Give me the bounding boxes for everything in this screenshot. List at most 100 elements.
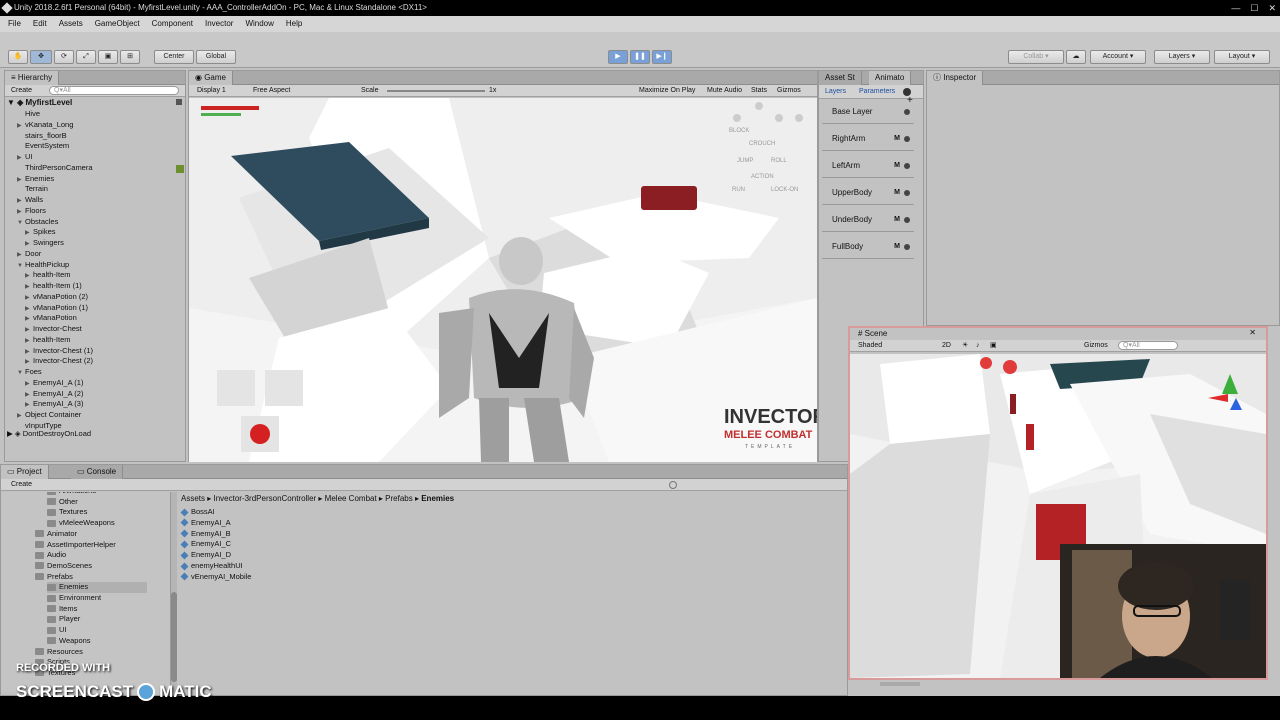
hierarchy-item[interactable]: ▶ UI <box>17 151 33 162</box>
hierarchy-item[interactable]: ThirdPersonCamera <box>17 162 93 173</box>
hierarchy-item[interactable]: ▶ health-Item <box>25 269 71 280</box>
folder-item[interactable]: Environment <box>47 593 101 604</box>
project-search-icon[interactable] <box>669 481 677 489</box>
hierarchy-item[interactable]: ▶ Enemies <box>17 173 54 184</box>
hierarchy-item[interactable]: ▶ Spikes <box>25 226 56 237</box>
hierarchy-item[interactable]: ▶ Swingers <box>25 237 64 248</box>
layer-settings-icon[interactable] <box>904 190 910 196</box>
game-viewport[interactable]: BLOCK CROUCH JUMP ROLL ACTION RUN LOCK-O… <box>189 98 817 462</box>
hierarchy-item[interactable]: ▶ EnemyAI_A (3) <box>25 398 83 409</box>
hierarchy-item[interactable]: vInputType <box>17 420 62 431</box>
scene-menu-icon[interactable] <box>176 99 182 105</box>
tab-game[interactable]: ◉ Game <box>189 71 233 85</box>
pivot-global-button[interactable]: Global <box>196 50 236 64</box>
folder-item[interactable]: Audio <box>35 550 66 561</box>
move-tool-icon[interactable]: ✥ <box>30 50 52 64</box>
asset-item[interactable]: EnemyAI_B <box>180 529 231 540</box>
pivot-center-button[interactable]: Center <box>154 50 194 64</box>
animator-layer[interactable]: UpperBody M <box>822 183 914 205</box>
menu-file[interactable]: File <box>8 16 21 32</box>
menu-help[interactable]: Help <box>286 16 302 32</box>
layout-dropdown[interactable]: Layout ▾ <box>1214 50 1270 64</box>
gizmos-dropdown[interactable]: Gizmos <box>777 85 801 97</box>
folder-tree-scrollbar[interactable] <box>171 492 177 692</box>
hierarchy-item[interactable]: ▶ vKanata_Long <box>17 119 73 130</box>
asset-item[interactable]: EnemyAI_D <box>180 550 231 561</box>
hierarchy-search-input[interactable]: Q▾All <box>49 86 179 95</box>
mute-audio-toggle[interactable]: Mute Audio <box>707 85 742 97</box>
folder-item[interactable]: Weapons <box>47 636 91 647</box>
layer-settings-icon[interactable] <box>904 163 910 169</box>
animator-layer[interactable]: RightArm M <box>822 129 914 151</box>
tab-scene[interactable]: # Scene <box>858 329 887 338</box>
play-icon[interactable]: ▶ <box>608 50 628 64</box>
folder-item[interactable]: Enemies <box>47 582 147 593</box>
tab-inspector[interactable]: ⓘ Inspector <box>927 71 984 85</box>
folder-item[interactable]: Player <box>47 614 80 625</box>
hierarchy-item[interactable]: ▶ vManaPotion <box>25 312 77 323</box>
layer-settings-icon[interactable] <box>904 217 910 223</box>
tab-project[interactable]: ▭ Project <box>1 465 49 479</box>
asset-item[interactable]: vEnemyAI_Mobile <box>180 572 251 583</box>
asset-item[interactable]: EnemyAI_C <box>180 539 231 550</box>
transform-tool-icon[interactable]: ⊞ <box>120 50 140 64</box>
tab-hierarchy[interactable]: ≡ Hierarchy <box>5 71 60 85</box>
menu-gameobject[interactable]: GameObject <box>95 16 140 32</box>
scale-tool-icon[interactable]: ⤢ <box>76 50 96 64</box>
breadcrumb-melee[interactable]: Melee Combat <box>325 494 377 503</box>
menu-edit[interactable]: Edit <box>33 16 47 32</box>
tab-parameters[interactable]: Parameters <box>859 85 895 99</box>
aspect-dropdown[interactable]: Free Aspect <box>253 85 290 97</box>
scene-search-input[interactable]: Q▾All <box>1118 341 1178 350</box>
expand-arrow-icon[interactable]: ▼ <box>17 368 25 379</box>
breadcrumb-enemies[interactable]: Enemies <box>421 494 454 503</box>
folder-item[interactable]: Items <box>47 604 77 615</box>
close-icon[interactable]: ✕ <box>1268 0 1276 16</box>
hierarchy-item[interactable]: Hive <box>17 108 40 119</box>
hierarchy-item[interactable]: ▶ Invector-Chest (1) <box>25 345 93 356</box>
animator-layer[interactable]: FullBody M <box>822 237 914 259</box>
folder-item[interactable]: UI <box>47 625 67 636</box>
maximize-on-play-toggle[interactable]: Maximize On Play <box>639 85 695 97</box>
folder-item[interactable]: Textures <box>47 507 87 518</box>
scene-scrollbar[interactable] <box>880 682 920 686</box>
folder-item[interactable]: vMeleeWeapons <box>47 518 115 529</box>
display-dropdown[interactable]: Display 1 <box>197 85 226 97</box>
project-create-button[interactable]: Create <box>11 479 32 491</box>
hierarchy-item[interactable]: ▶ health-Item <box>25 334 71 345</box>
audio-toggle-icon[interactable]: ♪ <box>976 340 980 352</box>
hierarchy-item[interactable]: ▶ EnemyAI_A (2) <box>25 388 83 399</box>
maximize-icon[interactable]: ☐ <box>1250 0 1258 16</box>
hierarchy-item[interactable]: ▶ EnemyAI_A (1) <box>25 377 83 388</box>
lighting-toggle-icon[interactable]: ☀ <box>962 340 968 352</box>
asset-item[interactable]: enemyHealthUI <box>180 561 243 572</box>
hierarchy-item[interactable]: EventSystem <box>17 140 69 151</box>
effects-toggle-icon[interactable]: ▣ <box>990 340 997 352</box>
tab-asset-store[interactable]: Asset St <box>819 71 862 85</box>
hierarchy-item[interactable]: ▶ Object Container <box>17 409 81 420</box>
hierarchy-item[interactable]: ▶ health-Item (1) <box>25 280 82 291</box>
hierarchy-item[interactable]: ▶ Floors <box>17 205 46 216</box>
scene-viewport[interactable] <box>850 354 1266 678</box>
folder-item[interactable]: DemoScenes <box>35 561 92 572</box>
hierarchy-create-button[interactable]: Create <box>11 85 32 97</box>
layers-dropdown[interactable]: Layers ▾ <box>1154 50 1210 64</box>
step-icon[interactable]: ▶❙ <box>652 50 672 64</box>
breadcrumb-assets[interactable]: Assets <box>181 494 205 503</box>
rect-tool-icon[interactable]: ▣ <box>98 50 118 64</box>
hierarchy-item[interactable]: ▶ Invector-Chest <box>25 323 82 334</box>
rotate-tool-icon[interactable]: ⟳ <box>54 50 74 64</box>
account-dropdown[interactable]: Account ▾ <box>1090 50 1146 64</box>
layer-settings-icon[interactable] <box>904 244 910 250</box>
breadcrumb-invector[interactable]: Invector-3rdPersonController <box>213 494 316 503</box>
asset-item[interactable]: BossAI <box>180 507 215 518</box>
folder-item[interactable]: Animator <box>35 529 77 540</box>
hierarchy-item[interactable]: ▶ Walls <box>17 194 43 205</box>
minimize-icon[interactable]: — <box>1231 0 1240 16</box>
menu-invector[interactable]: Invector <box>205 16 233 32</box>
folder-item[interactable]: AssetImporterHelper <box>35 540 116 551</box>
pause-icon[interactable]: ❚❚ <box>630 50 650 64</box>
scale-slider[interactable] <box>387 90 485 92</box>
toggle-2d-button[interactable]: 2D <box>942 340 951 352</box>
folder-item[interactable]: Prefabs <box>35 572 73 583</box>
